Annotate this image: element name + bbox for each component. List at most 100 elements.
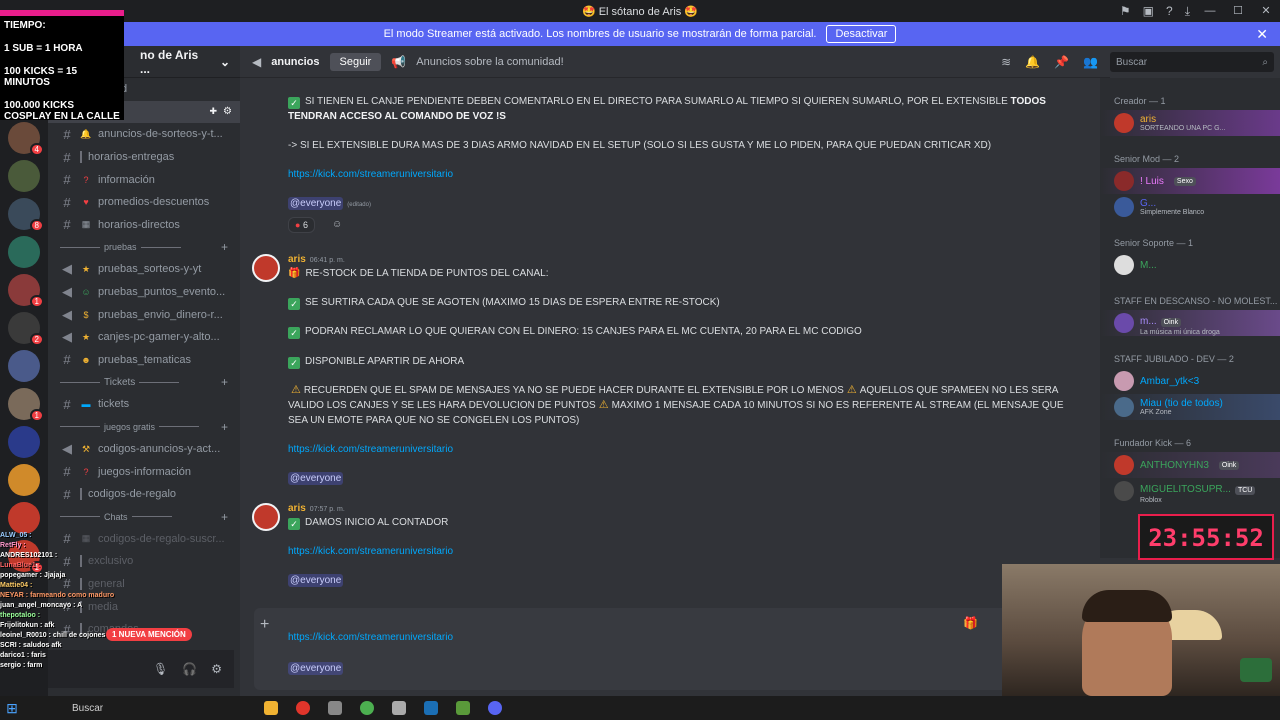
everyone-mention[interactable]: @everyone bbox=[288, 197, 344, 210]
server-icon[interactable] bbox=[8, 426, 40, 458]
author-name[interactable]: aris bbox=[288, 254, 306, 265]
member-item[interactable]: M... bbox=[1100, 252, 1280, 278]
add-channel-icon[interactable]: + bbox=[221, 240, 240, 254]
minimize-button[interactable]: — bbox=[1196, 0, 1224, 22]
composer-mention[interactable]: @everyone bbox=[288, 662, 344, 675]
everyone-mention[interactable]: @everyone bbox=[288, 574, 344, 587]
flag-icon[interactable]: ⚑ bbox=[1120, 4, 1131, 18]
channel-item[interactable]: ◀ ★ pruebas_sorteos-y-yt bbox=[48, 258, 240, 281]
reaction-button[interactable]: ● 6 bbox=[288, 217, 315, 233]
category-label: Tickets bbox=[104, 376, 136, 388]
maximize-button[interactable]: ☐ bbox=[1224, 0, 1252, 22]
gift-icon[interactable]: 🎁 bbox=[963, 616, 978, 630]
screen-icon[interactable]: ▣ bbox=[1143, 4, 1154, 18]
discord-icon[interactable] bbox=[488, 701, 502, 715]
steam-icon[interactable] bbox=[424, 701, 438, 715]
close-icon[interactable]: ✕ bbox=[1256, 26, 1268, 43]
minecraft-icon[interactable] bbox=[456, 701, 470, 715]
disable-streamer-button[interactable]: Desactivar bbox=[826, 25, 897, 43]
add-channel-icon[interactable]: + bbox=[221, 375, 240, 389]
channel-item[interactable]: ◀ ☺ pruebas_puntos_evento... bbox=[48, 281, 240, 304]
category-juegos-gratis[interactable]: juegos gratis + bbox=[48, 416, 240, 438]
app-icon[interactable] bbox=[392, 701, 406, 715]
channel-item[interactable]: # ▦ horarios-directos bbox=[48, 214, 240, 237]
channel-item[interactable]: # ☻ pruebas_tematicas bbox=[48, 349, 240, 372]
message-link[interactable]: https://kick.com/streameruniversitario bbox=[288, 444, 453, 455]
reaction-emoji-icon: ● bbox=[295, 220, 301, 230]
member-item[interactable]: Miau (tio de todos) AFK Zone bbox=[1100, 394, 1280, 420]
add-reaction-icon[interactable]: ☺ bbox=[332, 219, 342, 230]
channel-item[interactable]: #? juegos-información bbox=[48, 460, 240, 483]
channel-item[interactable]: #? información bbox=[48, 168, 240, 191]
member-item[interactable]: ANTHONYHN3 Oink bbox=[1100, 452, 1280, 478]
search-input[interactable]: Buscar ⌕ bbox=[1110, 52, 1274, 72]
message-text: PODRAN RECLAMAR LO QUE QUIERAN CON EL DI… bbox=[305, 326, 862, 337]
category-chats[interactable]: Chats + bbox=[48, 506, 240, 528]
check-icon: ✓ bbox=[288, 327, 300, 339]
webcam-feed bbox=[1002, 564, 1280, 696]
channel-item[interactable]: # horarios-entregas bbox=[48, 146, 240, 169]
close-window-button[interactable]: ✕ bbox=[1252, 0, 1280, 22]
new-mention-pill[interactable]: 1 NUEVA MENCIÓN bbox=[106, 628, 192, 641]
member-item[interactable]: aris SORTEANDO UNA PC G... bbox=[1100, 110, 1280, 136]
megaphone-icon: 📢 bbox=[391, 54, 407, 69]
add-attachment-icon[interactable]: + bbox=[260, 616, 269, 634]
members-icon[interactable]: 👥 bbox=[1083, 55, 1098, 69]
chrome-icon[interactable] bbox=[360, 701, 374, 715]
avatar[interactable] bbox=[252, 503, 280, 531]
channel-item[interactable]: # codigos-de-regalo bbox=[48, 483, 240, 506]
hash-icon: # bbox=[63, 172, 71, 188]
message-author[interactable]: aris 07:57 p. m. bbox=[288, 503, 345, 514]
threads-icon[interactable]: ≋ bbox=[1001, 55, 1011, 69]
member-item[interactable]: MIGUELITOSUPR... TCU Roblox bbox=[1100, 478, 1280, 504]
member-item[interactable]: ! Luis Sexo bbox=[1100, 168, 1280, 194]
member-item[interactable]: G... Simplemente Blanco bbox=[1100, 194, 1280, 220]
server-icon[interactable]: 2 bbox=[8, 312, 44, 346]
channel-item[interactable]: # ♥ promedios-descuentos bbox=[48, 191, 240, 214]
app-icon[interactable] bbox=[328, 701, 342, 715]
windows-start-icon[interactable]: ⊞ bbox=[0, 700, 24, 717]
pin-icon[interactable]: 📌 bbox=[1054, 55, 1069, 69]
server-icon[interactable] bbox=[8, 502, 40, 534]
everyone-mention[interactable]: @everyone bbox=[288, 472, 344, 485]
server-icon[interactable]: 1 bbox=[8, 274, 44, 308]
hash-icon: # bbox=[63, 486, 71, 502]
follow-button[interactable]: Seguir bbox=[329, 52, 382, 71]
bell-icon[interactable]: 🔔 bbox=[1025, 55, 1040, 69]
add-channel-icon[interactable]: + bbox=[221, 510, 240, 524]
gear-icon[interactable]: ⚙ bbox=[223, 106, 240, 117]
message-author[interactable]: aris 06:41 p. m. bbox=[288, 254, 345, 265]
channel-item[interactable]: # 🔔 anuncios-de-sorteos-y-t... bbox=[48, 123, 240, 146]
category-pruebas[interactable]: pruebas + bbox=[48, 236, 240, 258]
download-icon[interactable]: ⤓ bbox=[1185, 4, 1190, 19]
member-item[interactable]: m... Oink La música mi única droga bbox=[1100, 310, 1280, 336]
server-name: no de Aris ... bbox=[140, 47, 199, 76]
server-icon[interactable] bbox=[8, 464, 40, 496]
channel-item[interactable]: ◀ ⚒ codigos-anuncios-y-act... bbox=[48, 438, 240, 461]
server-icon[interactable] bbox=[8, 350, 40, 382]
add-channel-icon[interactable]: + bbox=[221, 420, 240, 434]
taskbar-search[interactable]: Buscar bbox=[24, 703, 174, 714]
category-tickets[interactable]: Tickets + bbox=[48, 371, 240, 393]
channel-item[interactable]: ◀ $ pruebas_envio_dinero-r... bbox=[48, 303, 240, 326]
server-icon[interactable]: 4 bbox=[8, 122, 44, 156]
author-name[interactable]: aris bbox=[288, 503, 306, 514]
avatar[interactable] bbox=[252, 254, 280, 282]
message-line: ✓ SI TIENEN EL CANJE PENDIENTE DEBEN COME… bbox=[288, 94, 1078, 124]
composer-link[interactable]: https://kick.com/streameruniversitario bbox=[288, 632, 453, 643]
server-icon[interactable]: 8 bbox=[8, 198, 44, 232]
server-icon[interactable]: 1 bbox=[8, 388, 44, 422]
message-link[interactable]: https://kick.com/streameruniversitario bbox=[288, 546, 453, 557]
message-composer[interactable]: + 🎁 https://kick.com/streameruniversitar… bbox=[254, 608, 1034, 690]
member-item[interactable]: Ambar_ytk<3 bbox=[1100, 368, 1280, 394]
channel-item[interactable]: ◀ ★ canjes-pc-gamer-y-alto... bbox=[48, 326, 240, 349]
channel-item[interactable]: # ▬ tickets bbox=[48, 393, 240, 416]
server-icon[interactable] bbox=[8, 236, 40, 268]
file-explorer-icon[interactable] bbox=[264, 701, 278, 715]
reaction-count: 6 bbox=[302, 220, 308, 230]
server-icon[interactable] bbox=[8, 160, 40, 192]
opera-icon[interactable] bbox=[296, 701, 310, 715]
add-member-icon[interactable]: ✚ bbox=[209, 106, 217, 117]
message-link[interactable]: https://kick.com/streameruniversitario bbox=[288, 169, 453, 180]
help-icon[interactable]: ? bbox=[1166, 4, 1173, 18]
